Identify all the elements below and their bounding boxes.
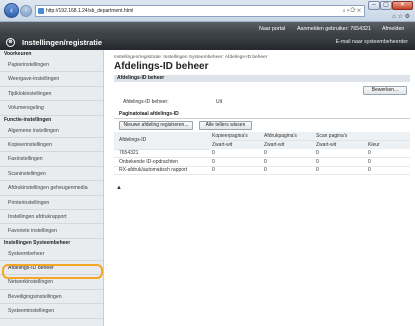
sidebar-group-function-settings: Functie-instellingen — [4, 116, 52, 123]
cell-print: 0 — [262, 166, 314, 175]
sidebar-item-display-settings[interactable]: Weergave-instellingen — [0, 72, 103, 87]
toolbar-icons[interactable]: ⌂ ☆ ⚙ — [370, 13, 414, 21]
column-header-print: Afdrukpagina's — [262, 132, 314, 141]
edit-button[interactable]: Bewerken... — [363, 86, 407, 95]
settings-logo-icon: ⊗ — [6, 38, 15, 47]
sidebar-group-system-management: Instellingen Systeembeheer — [4, 239, 71, 246]
page-icon — [38, 8, 44, 14]
cell-copy: 0 — [210, 157, 262, 167]
column-header-id: Afdelings-ID — [114, 132, 210, 150]
main-content: Instellingen/registratie: Instellingen S… — [104, 50, 415, 326]
department-counter-table: Afdelings-ID Kopieerpagina's Afdrukpagin… — [114, 132, 410, 175]
back-button[interactable]: ‹ — [4, 3, 19, 18]
sidebar-item-memory-media-print[interactable]: Afdrukinstellingen geheugenmedia — [0, 181, 103, 196]
department-id-label: Afdelings-ID beheer: — [123, 99, 169, 105]
cell-id[interactable]: 7654321 — [114, 149, 210, 158]
sidebar: Voorkeuren Papierinstellingen Weergave-i… — [0, 50, 104, 326]
cell-scan-bw: 0 — [314, 149, 366, 158]
logged-in-user: Aanmelden gebruiker: 7654321 — [297, 26, 371, 32]
sidebar-item-copy-settings[interactable]: Kopieerinstellingen — [0, 138, 103, 153]
top-bar: Naar portal Aanmelden gebruiker: 7654321… — [0, 22, 415, 35]
cell-print: 0 — [262, 157, 314, 167]
cell-copy: 0 — [210, 149, 262, 158]
column-header-scan: Scan pagina's — [314, 132, 410, 141]
section-header: Afdelings-ID beheer — [114, 75, 410, 82]
sidebar-item-report-settings[interactable]: Instellingen afdrukrapport — [0, 210, 103, 225]
logout-link[interactable]: Afmelden — [382, 26, 404, 32]
cell-scan-color: 0 — [366, 149, 410, 158]
register-department-button[interactable]: Nieuwe afdeling registreren... — [119, 121, 193, 130]
address-bar[interactable]: http://192.168.1.24/sb_department.html ⌕… — [35, 5, 365, 17]
browser-chrome: ‹ › http://192.168.1.24/sb_department.ht… — [0, 0, 415, 22]
cell-copy: 0 — [210, 166, 262, 175]
column-subheader-copy-bw: Zwart-wit — [210, 140, 262, 149]
sidebar-item-favorite-settings[interactable]: Favoriete instellingen — [0, 224, 103, 239]
app-title: Instellingen/registratie — [22, 38, 103, 47]
back-to-top-icon[interactable]: ▲ — [116, 185, 122, 191]
page-title: Afdelings-ID beheer — [114, 61, 209, 72]
cell-scan-bw: 0 — [314, 157, 366, 167]
cell-print: 0 — [262, 149, 314, 158]
sidebar-item-volume[interactable]: Volumeregeling — [0, 101, 103, 116]
department-id-value: Uit — [216, 99, 223, 105]
sidebar-item-system-settings[interactable]: Systeeminstellingen — [0, 304, 103, 319]
clear-counters-button[interactable]: Alle tellers wissen — [199, 121, 252, 130]
forward-button[interactable]: › — [20, 5, 32, 17]
column-header-copy: Kopieerpagina's — [210, 132, 262, 141]
subsection-title: Paginatotaal afdelings-ID — [119, 111, 179, 117]
minimize-button[interactable]: – — [368, 1, 380, 10]
cell-scan-bw: 0 — [314, 166, 366, 175]
close-button[interactable]: ✕ — [392, 1, 413, 10]
sidebar-group-preferences: Voorkeuren — [4, 51, 32, 57]
sidebar-item-common-settings[interactable]: Algemene instellingen — [0, 124, 103, 138]
column-subheader-print-bw: Zwart-wit — [262, 140, 314, 149]
sidebar-item-fax-settings[interactable]: Faxinstellingen — [0, 152, 103, 167]
breadcrumb: Instellingen/registratie: Instellingen S… — [114, 55, 268, 60]
table-row[interactable]: Onbekende ID-opdrachten 0 0 0 0 — [114, 157, 410, 167]
cell-id[interactable]: RX-afdruk/automatisch rapport — [114, 166, 210, 175]
cell-scan-color: 0 — [366, 166, 410, 175]
sidebar-item-security-settings[interactable]: Beveiligingsinstellingen — [0, 290, 103, 305]
sidebar-item-scan-settings[interactable]: Scaninstellingen — [0, 167, 103, 182]
sidebar-item-paper-settings[interactable]: Papierinstellingen — [0, 58, 103, 73]
cell-scan-color: 0 — [366, 157, 410, 167]
column-subheader-scan-bw: Zwart-wit — [314, 140, 366, 149]
sidebar-item-timer-settings[interactable]: Tijdklokinstellingen — [0, 87, 103, 102]
url-text: http://192.168.1.24/sb_department.html — [46, 8, 134, 14]
cell-id[interactable]: Onbekende ID-opdrachten — [114, 157, 210, 167]
table-row[interactable]: 7654321 0 0 0 0 — [114, 149, 410, 158]
selection-highlight — [2, 264, 103, 279]
mail-admin-link[interactable]: E-mail naar systeembeheerder — [336, 39, 408, 45]
sidebar-item-printer-settings[interactable]: Printerinstellingen — [0, 196, 103, 210]
divider — [114, 118, 410, 119]
maximize-button[interactable]: ▢ — [380, 1, 392, 10]
address-tools-icon[interactable]: ⌕ ▾ ⟳ ✕ — [343, 6, 361, 16]
portal-link[interactable]: Naar portal — [259, 26, 285, 32]
column-subheader-scan-color: Kleur — [366, 140, 410, 149]
sidebar-item-system-management[interactable]: Systeembeheer — [0, 247, 103, 262]
table-row[interactable]: RX-afdruk/automatisch rapport 0 0 0 0 — [114, 166, 410, 175]
app-header: ⊗ Instellingen/registratie E-mail naar s… — [0, 35, 415, 50]
